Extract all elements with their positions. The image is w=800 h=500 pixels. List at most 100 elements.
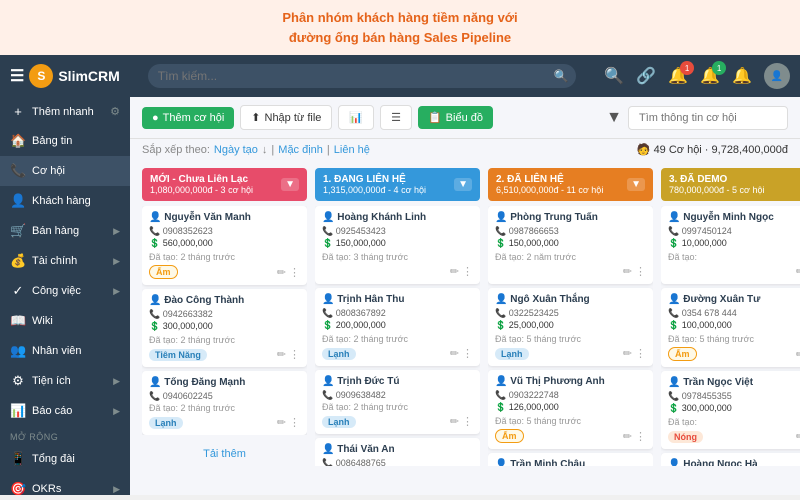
import-label: Nhập từ file [265,112,322,124]
card-edit-btn-1-2[interactable]: ✏ [277,348,286,361]
card-name-4-2: 👤 Đường Xuân Tư [668,294,800,305]
card-edit-btn-2-3[interactable]: ✏ [450,415,459,428]
sidebar-item-finance[interactable]: 💰 Tài chính ▶ [0,246,130,276]
bieuDo-button[interactable]: 📋 Biểu đồ [418,106,493,129]
card-3-2[interactable]: 👤 Ngô Xuân Thắng 📞 0322523425 💲 25,000,0… [488,288,653,366]
list-button[interactable]: ☰ [380,105,412,130]
card-tag-2-2[interactable]: Lạnh [322,348,356,360]
hamburger-icon[interactable]: ☰ [10,66,24,86]
search-header-icon[interactable]: 🔍 [604,66,624,86]
card-more-btn-3-3[interactable]: ⋮ [635,430,646,443]
sidebar-item-callcenter[interactable]: 📱 Tổng đài [0,444,130,474]
home-icon: 🏠 [10,133,26,149]
card-more-btn-1-2[interactable]: ⋮ [289,348,300,361]
card-2-2[interactable]: 👤 Trịnh Hân Thu 📞 0808367892 💲 200,000,0… [315,288,480,366]
card-4-1[interactable]: 👤 Nguyễn Minh Ngọc 📞 0997450124 💲 10,000… [661,206,800,284]
card-more-btn-2-3[interactable]: ⋮ [462,415,473,428]
card-name-2-2: 👤 Trịnh Hân Thu [322,294,473,305]
card-tag-3-3[interactable]: Ấm [495,429,524,443]
top-banner: Phân nhóm khách hàng tiềm năng với đường… [0,0,800,55]
card-tag-2-3[interactable]: Lạnh [322,416,356,428]
opp-search-input[interactable] [628,106,788,130]
reports-icon: 📊 [10,403,26,419]
filter-icon[interactable]: ▼ [606,109,622,127]
sidebar-item-dashboard[interactable]: 🏠 Bảng tin [0,126,130,156]
chart-button[interactable]: 📊 [338,105,374,130]
card-edit-btn-1-1[interactable]: ✏ [277,266,286,279]
card-2-1[interactable]: 👤 Hoàng Khánh Linh 📞 0925453423 💲 150,00… [315,206,480,284]
sort-contact[interactable]: Liên hệ [334,144,370,156]
sidebar-add-settings[interactable]: ⚙ [110,105,120,118]
sidebar-item-tools[interactable]: ⚙ Tiện ích ▶ [0,366,130,396]
sort-default[interactable]: Mặc định [278,144,323,156]
card-phone-2-3: 📞 0909638482 [322,390,473,401]
card-1-2[interactable]: 👤 Đào Công Thành 📞 0942663382 💲 300,000,… [142,289,307,367]
sidebar-item-add[interactable]: + Thêm nhanh ⚙ [0,97,130,126]
search-bar: 🔍 [148,64,577,88]
card-3-1[interactable]: 👤 Phòng Trung Tuấn 📞 0987866653 💲 150,00… [488,206,653,284]
card-tag-1-2[interactable]: Tiêm Năng [149,349,207,361]
card-tag-4-3[interactable]: Nóng [668,431,703,443]
notification2-icon[interactable]: 🔔 1 [700,66,720,86]
card-tag-1-1[interactable]: Ấm [149,265,178,279]
card-2-4[interactable]: 👤 Thái Văn An 📞 0086488765 💲 600,000,000… [315,438,480,466]
col-chevron-1[interactable]: ▼ [281,178,299,191]
card-4-2[interactable]: 👤 Đường Xuân Tư 📞 0354 678 444 💲 100,000… [661,288,800,367]
col-chevron-3[interactable]: ▼ [627,178,645,191]
card-1-3[interactable]: 👤 Tống Đăng Mạnh 📞 0940602245 Đã tạo: 2 … [142,371,307,435]
avatar[interactable]: 👤 [764,63,790,89]
share-icon[interactable]: 🔗 [636,66,656,86]
sidebar-item-okrs[interactable]: 🎯 OKRs ▶ [0,474,130,495]
card-edit-btn-1-3[interactable]: ✏ [277,416,286,429]
card-edit-btn-2-2[interactable]: ✏ [450,347,459,360]
card-more-btn-3-1[interactable]: ⋮ [635,265,646,278]
card-more-btn-2-1[interactable]: ⋮ [462,265,473,278]
card-tag-4-2[interactable]: Ấm [668,347,697,361]
search-input[interactable] [148,64,577,88]
card-edit-btn-3-2[interactable]: ✏ [623,347,632,360]
add-opportunity-button[interactable]: ● Thêm cơ hội [142,107,234,129]
sort-date[interactable]: Ngày tạo [214,144,258,156]
sidebar-item-reports[interactable]: 📊 Báo cáo ▶ [0,396,130,426]
col-chevron-2[interactable]: ▼ [454,178,472,191]
load-more-1[interactable]: Tải thêm [142,440,307,468]
card-date-2-3: Đã tạo: 2 tháng trước [322,402,473,412]
card-3-3[interactable]: 👤 Vũ Thị Phương Anh 📞 0903222748 💲 126,0… [488,370,653,449]
list-icon: ☰ [391,111,401,124]
card-edit-btn-4-1[interactable]: ✏ [796,265,800,278]
card-more-btn-2-2[interactable]: ⋮ [462,347,473,360]
card-edit-btn-3-3[interactable]: ✏ [623,430,632,443]
card-edit-btn-2-1[interactable]: ✏ [450,265,459,278]
sidebar-tools-label: Tiện ích [32,375,71,387]
card-tag-1-3[interactable]: Lạnh [149,417,183,429]
card-more-btn-1-3[interactable]: ⋮ [289,416,300,429]
notification-icon[interactable]: 🔔 1 [668,66,688,86]
card-3-4[interactable]: 👤 Trần Minh Châu 📞 0329582523 💲 40,000,0… [488,453,653,466]
search-icon[interactable]: 🔍 [553,69,568,83]
bell-icon[interactable]: 🔔 [732,66,752,86]
import-button[interactable]: ⬆ Nhập từ file [240,105,332,130]
sidebar-item-sales[interactable]: 🛒 Bán hàng ▶ [0,216,130,246]
sidebar-item-staff[interactable]: 👥 Nhân viên [0,336,130,366]
card-more-btn-3-2[interactable]: ⋮ [635,347,646,360]
card-4-3[interactable]: 👤 Trần Ngọc Việt 📞 0978455355 💲 300,000,… [661,371,800,449]
finance-arrow-icon: ▶ [113,256,120,267]
okrs-arrow-icon: ▶ [113,484,120,495]
sidebar-item-wiki[interactable]: 📖 Wiki [0,306,130,336]
plus-icon: ● [152,112,159,124]
sidebar-dashboard-label: Bảng tin [32,135,72,147]
sidebar-item-customer[interactable]: 👤 Khách hàng [0,186,130,216]
card-footer-3-1: ✏ ⋮ [495,265,646,278]
sidebar-item-tasks[interactable]: ✓ Công việc ▶ [0,276,130,306]
col-amount-3: 6,510,000,000đ - 11 cơ hội [496,185,627,195]
card-2-3[interactable]: 👤 Trịnh Đức Tú 📞 0909638482 Đã tạo: 2 th… [315,370,480,434]
card-edit-btn-4-2[interactable]: ✏ [796,348,800,361]
card-1-1[interactable]: 👤 Nguyễn Văn Manh 📞 0908352623 💲 560,000… [142,206,307,285]
card-edit-btn-4-3[interactable]: ✏ [796,430,800,443]
card-4-4[interactable]: 👤 Hoàng Ngọc Hà 📞 0903782533 Đã tạo: 5 t… [661,453,800,466]
notification-badge: 1 [680,61,694,75]
card-more-btn-1-1[interactable]: ⋮ [289,266,300,279]
card-tag-3-2[interactable]: Lạnh [495,348,529,360]
sidebar-item-opportunity[interactable]: 📞 Cơ hội [0,156,130,186]
card-edit-btn-3-1[interactable]: ✏ [623,265,632,278]
